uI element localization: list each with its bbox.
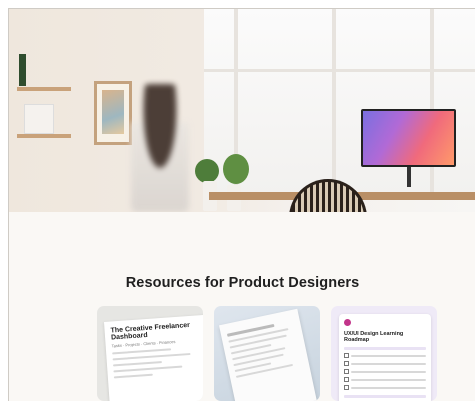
- wall-art: [94, 81, 132, 145]
- hero-image: [9, 9, 475, 212]
- shelf: [17, 134, 71, 138]
- page-frame: Resources for Product Designers The Crea…: [8, 8, 475, 401]
- person: [131, 84, 189, 212]
- logo-icon: [344, 319, 351, 326]
- card-preview: The Creative Freelancer Dashboard Tasks …: [103, 314, 203, 401]
- frame-decor: [24, 104, 54, 134]
- resource-card-document[interactable]: [214, 306, 320, 401]
- shelf: [17, 87, 71, 91]
- plant: [195, 159, 219, 183]
- resource-card-ux-roadmap[interactable]: UX/UI Design Learning Roadmap: [331, 306, 437, 401]
- book: [19, 54, 26, 86]
- plant: [223, 154, 249, 184]
- monitor-stand: [407, 167, 411, 187]
- card-title: UX/UI Design Learning Roadmap: [344, 331, 404, 343]
- monitor: [361, 109, 456, 167]
- card-preview: UX/UI Design Learning Roadmap: [339, 314, 431, 401]
- resource-card-freelancer-dashboard[interactable]: The Creative Freelancer Dashboard Tasks …: [97, 306, 203, 401]
- card-preview: [218, 308, 318, 401]
- section-title: Resources for Product Designers: [125, 275, 360, 291]
